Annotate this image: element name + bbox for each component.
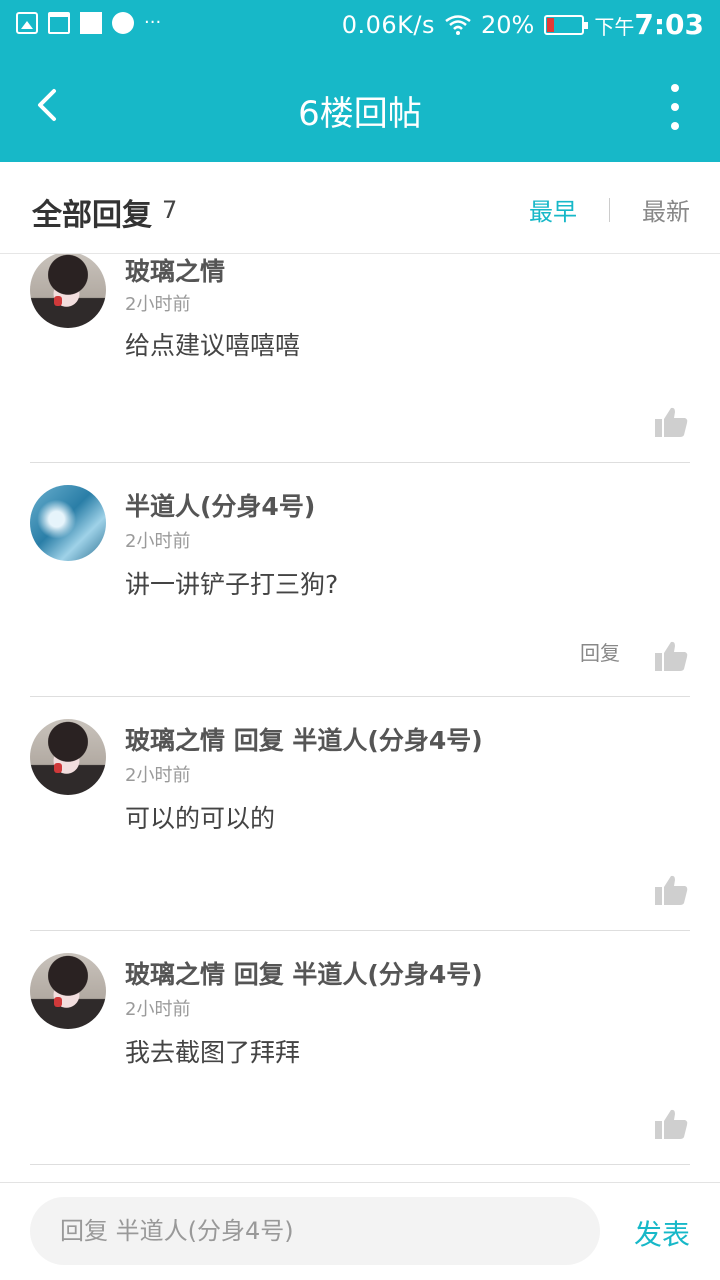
thumbs-up-icon [655,407,688,437]
avatar[interactable] [30,719,106,795]
thumbs-up-icon [655,875,688,905]
avatar[interactable] [30,254,106,328]
reply-input[interactable] [30,1197,600,1265]
page-title: 6楼回帖 [298,94,422,134]
app-bar: 6楼回帖 [0,50,720,162]
battery-percent: 20% [481,10,535,39]
sort-newest-tab[interactable]: 最新 [642,192,690,227]
thumbs-up-icon [655,1109,688,1139]
globe-icon [112,12,134,34]
comment-item[interactable]: 玻璃之情 回复 半道人(分身4号) 2小时前 可以的可以的 [30,697,690,931]
like-button[interactable] [654,1108,688,1140]
replies-header: 全部回复 7 最早 最新 [0,162,720,254]
calendar-icon [48,12,70,34]
comment-text: 讲一讲铲子打三狗? [125,570,339,599]
comment-list: 玻璃之情 2小时前 给点建议嘻嘻嘻 半道人(分身4号) 2小时前 讲一讲铲子打三… [0,254,720,1182]
comment-time: 2小时前 [125,531,191,552]
more-options-button[interactable] [660,84,690,130]
comment-text: 给点建议嘻嘻嘻 [125,331,301,360]
comment-time: 2小时前 [125,294,191,315]
more-vertical-icon [671,84,679,92]
gallery-icon [16,12,38,34]
comment-item[interactable]: 玻璃之情 2小时前 给点建议嘻嘻嘻 [30,254,690,463]
comment-item[interactable]: 半道人(分身4号) 2小时前 讲一讲铲子打三狗? 回复 [30,463,690,697]
comment-author[interactable]: 半道人(分身4号) [125,487,315,523]
all-replies-title: 全部回复 [32,198,152,233]
battery-icon [544,14,589,35]
sort-toggle: 最早 最新 [529,192,690,227]
like-button[interactable] [654,640,688,672]
avatar[interactable] [30,953,106,1029]
comment-author[interactable]: 玻璃之情 回复 半道人(分身4号) [125,955,483,991]
reply-button[interactable]: 回复 [580,637,620,666]
like-button[interactable] [654,874,688,906]
thumbs-up-icon [655,641,688,671]
comment-item[interactable]: 玻璃之情 回复 半道人(分身4号) 2小时前 我去截图了拜拜 [30,931,690,1165]
sort-earliest-tab[interactable]: 最早 [529,192,577,227]
wifi-icon [445,14,471,35]
time-prefix: 下午 [594,15,635,39]
reply-count: 7 [162,196,178,224]
square-icon [80,12,102,34]
like-button[interactable] [654,406,688,438]
comment-text: 可以的可以的 [125,804,276,833]
clock: 7:03 [634,8,704,41]
battery-level [547,17,555,32]
more-notifications-icon: ··· [144,12,162,33]
comment-author[interactable]: 玻璃之情 [125,254,225,288]
avatar[interactable] [30,485,106,561]
send-button[interactable]: 发表 [634,1213,690,1253]
network-speed: 0.06K/s [341,10,435,39]
system-indicators: 0.06K/s 20% 下午7:03 [342,8,704,41]
reply-composer: 发表 [0,1182,720,1280]
notification-icons: ··· [16,12,161,34]
comment-author[interactable]: 玻璃之情 回复 半道人(分身4号) [125,721,483,757]
sort-divider [609,197,610,222]
comment-time: 2小时前 [125,765,191,786]
comment-text: 我去截图了拜拜 [125,1038,301,1067]
status-bar: ··· 0.06K/s 20% 下午7:03 [0,0,720,50]
comment-time: 2小时前 [125,999,191,1020]
